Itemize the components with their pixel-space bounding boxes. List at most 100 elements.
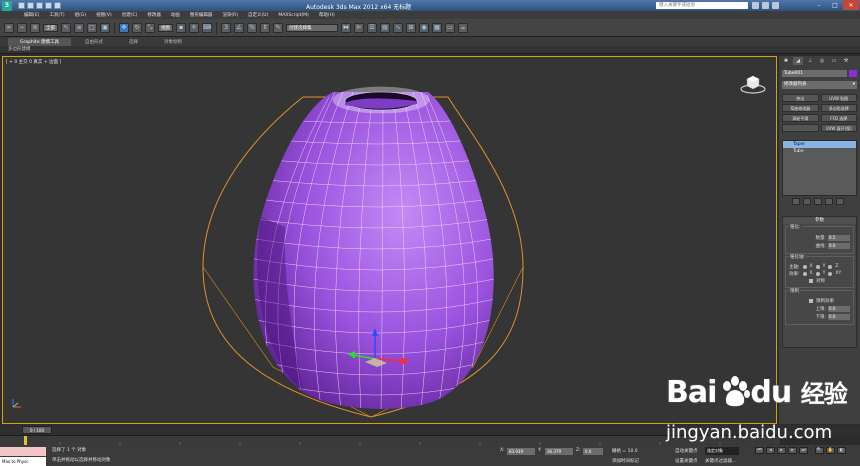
selection-filter-select[interactable]: 全部 (43, 23, 58, 32)
go-to-end-icon[interactable]: ⏭ (799, 447, 808, 454)
maximize-button[interactable]: □ (827, 0, 843, 10)
configure-sets-icon[interactable] (836, 198, 844, 205)
mirror-icon[interactable]: ⧓ (341, 22, 351, 33)
set-key-label[interactable]: 设置关键点 (675, 458, 698, 464)
menu-customize[interactable]: 自定义(U) (248, 12, 268, 18)
menu-views[interactable]: 视图(V) (96, 12, 112, 18)
menu-create[interactable]: 创建(C) (122, 12, 138, 18)
modifier-button-unwrap-uvw[interactable]: UVW 展开(保) (820, 124, 857, 132)
modifier-button-poly-select[interactable]: 多边形选择 (820, 104, 857, 112)
parameters-rollout-header[interactable]: 参数 (783, 217, 856, 224)
effect-axis-xy-radio[interactable] (828, 271, 833, 276)
display-tab-icon[interactable]: ▭ (829, 57, 839, 65)
render-setup-icon[interactable]: ▦ (432, 22, 442, 33)
menu-group[interactable]: 组(G) (75, 12, 87, 18)
prev-frame-icon[interactable]: ◂ (766, 447, 775, 454)
redo-icon[interactable] (54, 2, 61, 9)
maxscript-listener-red[interactable] (0, 447, 46, 456)
angle-snap-icon[interactable]: ∠ (234, 22, 244, 33)
modifier-list-dropdown[interactable]: 修改器列表 ▾ (782, 81, 857, 89)
help-icon[interactable] (772, 2, 779, 9)
curve-spinner[interactable]: 0.0 (828, 242, 850, 249)
rect-selection-icon[interactable]: □ (87, 22, 97, 33)
symmetry-checkbox[interactable] (809, 278, 813, 283)
utilities-tab-icon[interactable]: ⚒ (841, 57, 851, 65)
select-scale-icon[interactable]: ⤡ (145, 22, 155, 33)
stack-item-tube[interactable]: Tube (783, 148, 856, 155)
snap-toggle-icon[interactable]: 3 (221, 22, 231, 33)
primary-axis-z-radio[interactable] (828, 264, 833, 269)
select-manipulate-icon[interactable]: ✛ (189, 22, 199, 33)
modifier-button-extrude[interactable]: 挤出 (782, 94, 819, 102)
upper-limit-spinner[interactable]: 0.0 (828, 305, 850, 312)
modifier-button-turbosmooth[interactable]: 涡轮平滑 (782, 114, 819, 122)
zoom-icon[interactable]: 🔍 (815, 447, 824, 454)
show-end-result-icon[interactable] (803, 198, 811, 205)
menu-animation[interactable]: 动画 (171, 12, 180, 18)
keyboard-shortcut-icon[interactable]: ⌨ (202, 22, 212, 33)
menu-edit[interactable]: 编辑(E) (24, 12, 39, 18)
viewcube-icon[interactable] (739, 73, 767, 95)
render-production-icon[interactable]: ☕ (458, 22, 468, 33)
maxscript-listener[interactable]: Max to Physc (0, 457, 46, 466)
modifier-button-empty[interactable] (782, 124, 819, 132)
orbit-icon[interactable]: ◐ (837, 447, 846, 454)
modify-tab-icon[interactable]: ◢ (793, 57, 803, 65)
tab-selection[interactable]: 选择 (117, 38, 150, 46)
tab-object-paint[interactable]: 对象绘制 (152, 38, 194, 46)
unlink-icon[interactable]: ⌁ (17, 22, 27, 33)
primary-axis-x-radio[interactable] (802, 264, 807, 269)
edit-named-selection-icon[interactable]: ✎ (273, 22, 283, 33)
select-object-icon[interactable]: ↖ (61, 22, 71, 33)
menu-help[interactable]: 帮助(H) (319, 12, 335, 18)
pivot-center-icon[interactable]: ▪ (176, 22, 186, 33)
new-file-icon[interactable] (18, 2, 25, 9)
pin-stack-icon[interactable] (792, 198, 800, 205)
named-selection-select[interactable]: 创建选择集 (286, 23, 338, 32)
lower-limit-spinner[interactable]: 0.0 (828, 313, 850, 320)
modifier-button-ffd-select[interactable]: FFD 选择 (820, 114, 857, 122)
perspective-viewport[interactable]: [ + 0 主交 0 真实 + 边面 ] (2, 56, 777, 424)
window-crossing-icon[interactable]: ▣ (100, 22, 110, 33)
reference-coord-select[interactable]: 视图 (158, 23, 173, 32)
select-rotate-icon[interactable]: ↻ (132, 22, 142, 33)
add-time-tag[interactable]: 添加时间标记 (612, 458, 639, 464)
play-icon[interactable]: ▸ (777, 447, 786, 454)
limit-effect-checkbox[interactable] (809, 298, 813, 303)
go-to-start-icon[interactable]: ⏮ (755, 447, 764, 454)
z-coord-field[interactable]: 0.0 (583, 448, 603, 455)
effect-axis-y-radio[interactable] (815, 271, 820, 276)
menu-graph-editors[interactable]: 图形编辑器 (190, 12, 213, 18)
schematic-view-icon[interactable]: ⊞ (406, 22, 416, 33)
viewport-label[interactable]: [ + 0 主交 0 真实 + 边面 ] (6, 59, 61, 65)
curve-editor-icon[interactable]: ∿ (393, 22, 403, 33)
auto-key-mode-select[interactable]: 选定对象 (705, 447, 739, 455)
align-icon[interactable]: ⊫ (354, 22, 364, 33)
track-bar[interactable] (0, 435, 780, 446)
y-coord-field[interactable]: 36.379 (545, 448, 573, 455)
graphite-toggle-icon[interactable]: ▤ (380, 22, 390, 33)
percent-snap-icon[interactable]: % (247, 22, 257, 33)
select-move-icon[interactable]: ✥ (119, 22, 129, 33)
select-by-name-icon[interactable]: ≡ (74, 22, 84, 33)
close-button[interactable]: ✕ (843, 0, 859, 10)
make-unique-icon[interactable] (814, 198, 822, 205)
key-filters-button[interactable]: 关键点过滤器... (705, 458, 736, 464)
auto-key-label[interactable]: 自动关键点 (675, 448, 698, 454)
open-file-icon[interactable] (27, 2, 34, 9)
primary-axis-y-radio[interactable] (815, 264, 820, 269)
menu-modifiers[interactable]: 修改器 (147, 12, 161, 18)
viewport-scene[interactable] (3, 57, 777, 424)
minimize-button[interactable]: – (811, 0, 827, 10)
remove-modifier-icon[interactable] (825, 198, 833, 205)
rendered-frame-icon[interactable]: ▭ (445, 22, 455, 33)
modifier-button-bend[interactable]: 弯曲修改器 (782, 104, 819, 112)
modifier-button-uvw-map[interactable]: UVW 贴图 (820, 94, 857, 102)
help-search-input[interactable]: 键入关键字或短语 (656, 2, 748, 9)
stack-item-taper[interactable]: Taper (783, 141, 856, 148)
menu-rendering[interactable]: 渲染(R) (222, 12, 238, 18)
time-slider[interactable]: 0 / 100 (22, 426, 52, 434)
create-tab-icon[interactable]: ✺ (781, 57, 791, 65)
tab-graphite[interactable]: Graphite 建模工具 (8, 38, 72, 46)
tab-freeform[interactable]: 自由形式 (73, 38, 115, 46)
